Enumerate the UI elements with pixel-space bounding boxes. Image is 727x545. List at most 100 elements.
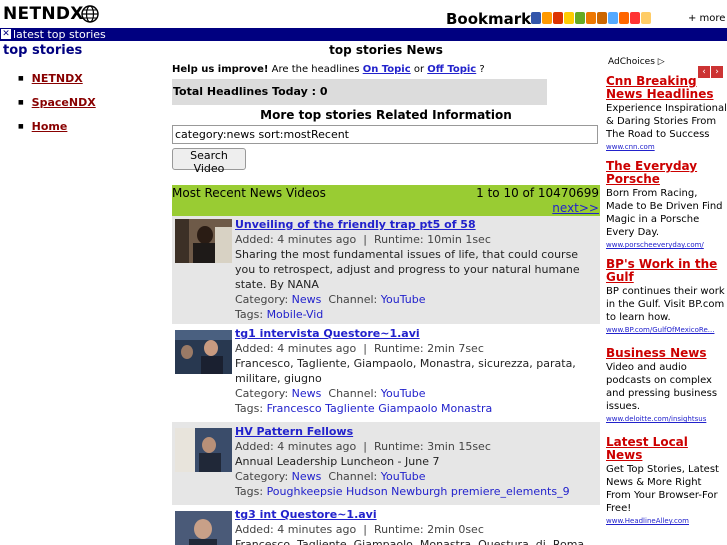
bookmark-service-icon[interactable] (641, 12, 651, 24)
tags-label: Tags: (235, 485, 264, 498)
sidebar: top stories NETNDX SpaceNDX Home (0, 41, 167, 545)
search-video-button[interactable]: Search Video (172, 148, 246, 175)
ad-headline[interactable]: Latest Local News (606, 436, 727, 462)
bookmark-service-icon[interactable] (553, 12, 563, 24)
video-thumbnail[interactable] (175, 330, 232, 374)
sidebar-link-netndx[interactable]: NETNDX (32, 72, 83, 85)
search-input[interactable] (172, 125, 598, 144)
video-meta: Added: 4 minutes ago | Runtime: 3min 15s… (235, 440, 491, 453)
help-mid: Are the headlines (268, 64, 363, 75)
ad-url[interactable]: www.cnn.com (606, 142, 727, 152)
on-topic-link[interactable]: On Topic (363, 64, 411, 75)
video-runtime: Runtime: 2min 0sec (373, 523, 484, 536)
ad-url[interactable]: www.deloitte.com/insightsus (606, 414, 727, 424)
globe-icon (81, 5, 99, 23)
main-content: top stories News Help us improve! Are th… (172, 41, 600, 545)
bookmark-service-icon[interactable] (586, 12, 596, 24)
bookmark-icons (531, 12, 651, 25)
video-tags-row: Tags: Francesco Tagliente Giampaolo Mona… (235, 401, 597, 416)
ad-headline[interactable]: Cnn Breaking News Headlines (606, 75, 727, 101)
ad-item[interactable]: BP's Work in the Gulf BP continues their… (606, 258, 727, 335)
video-title[interactable]: HV Pattern Fellows (235, 425, 597, 439)
ad-url[interactable]: www.porscheeveryday.com/ (606, 240, 727, 250)
sidebar-link-spacendx[interactable]: SpaceNDX (32, 96, 96, 109)
video-added: Added: 4 minutes ago (235, 523, 357, 536)
ad-body: BP continues their work in the Gulf. Vis… (606, 286, 725, 323)
category-link[interactable]: News (292, 387, 322, 400)
total-headlines: Total Headlines Today : 0 (172, 79, 547, 105)
video-description: Annual Leadership Luncheon - June 7 (235, 455, 440, 468)
video-title[interactable]: tg1 intervista Questore~1.avi (235, 327, 597, 341)
videos-range: 1 to 10 of 10470699 (476, 186, 599, 200)
sidebar-item-netndx: NETNDX (18, 72, 167, 85)
video-item: tg3 int Questore~1.avi Added: 4 minutes … (172, 505, 600, 545)
video-tags-row: Tags: Poughkeepsie Hudson Newburgh premi… (235, 484, 597, 499)
bookmark-service-icon[interactable] (619, 12, 629, 24)
ad-url[interactable]: www.HeadlineAlley.com (606, 516, 727, 526)
bookmark-service-icon[interactable] (597, 12, 607, 24)
more-bookmarks-link[interactable]: + more (688, 13, 725, 24)
category-label: Category: (235, 470, 289, 483)
ads-column: AdChoices ▷ ‹ › Cnn Breaking News Headlin… (604, 57, 727, 545)
header: NETNDX Bookmark: + more (0, 0, 727, 28)
ad-headline[interactable]: BP's Work in the Gulf (606, 258, 727, 284)
ad-item[interactable]: The Everyday Porsche Born From Racing, M… (606, 160, 727, 250)
video-tags-row: Tags: Mobile-Vid (235, 307, 597, 322)
category-link[interactable]: News (292, 293, 322, 306)
video-item: HV Pattern Fellows Added: 4 minutes ago … (172, 422, 600, 505)
ad-url[interactable]: www.BP.com/GulfOfMexicoRe... (606, 325, 727, 335)
bookmark-service-icon[interactable] (630, 12, 640, 24)
tags-link[interactable]: Poughkeepsie Hudson Newburgh premiere_el… (267, 485, 570, 498)
channel-label: Channel: (328, 470, 378, 483)
video-added: Added: 4 minutes ago (235, 233, 357, 246)
tags-link[interactable]: Mobile-Vid (267, 308, 324, 321)
close-icon[interactable]: ✕ (1, 29, 11, 39)
video-title[interactable]: Unveiling of the friendly trap pt5 of 58 (235, 218, 597, 232)
bookmark-service-icon[interactable] (575, 12, 585, 24)
ad-body: Experience Inspirational & Daring Storie… (606, 103, 727, 140)
sidebar-item-home: Home (18, 120, 167, 133)
next-page-link[interactable]: next>> (552, 201, 599, 215)
ad-prev-icon[interactable]: ‹ (698, 66, 710, 78)
bookmark-service-icon[interactable] (564, 12, 574, 24)
video-category-row: Category: News Channel: YouTube (235, 292, 597, 307)
video-thumbnail[interactable] (175, 219, 232, 263)
help-prefix: Help us improve! (172, 64, 269, 75)
nav-bar: ✕ latest top stories (0, 28, 727, 41)
ad-item[interactable]: Latest Local News Get Top Stories, Lates… (606, 436, 727, 526)
sidebar-item-spacendx: SpaceNDX (18, 96, 167, 109)
ad-item[interactable]: Cnn Breaking News Headlines Experience I… (606, 75, 727, 152)
ad-item[interactable]: Business News Video and audio podcasts o… (606, 347, 727, 424)
ad-next-icon[interactable]: › (711, 66, 723, 78)
sidebar-title: top stories (3, 43, 83, 58)
bookmark-service-icon[interactable] (531, 12, 541, 24)
ad-body: Get Top Stories, Latest News & More Righ… (606, 464, 719, 514)
video-item: tg1 intervista Questore~1.avi Added: 4 m… (172, 324, 600, 422)
video-thumbnail[interactable] (175, 428, 232, 472)
channel-label: Channel: (328, 293, 378, 306)
video-title[interactable]: tg3 int Questore~1.avi (235, 508, 597, 522)
site-logo[interactable]: NETNDX (3, 4, 84, 24)
video-thumbnail[interactable] (175, 511, 232, 545)
video-category-row: Category: News Channel: YouTube (235, 386, 597, 401)
tags-link[interactable]: Francesco Tagliente Giampaolo Monastra (267, 402, 493, 415)
help-or: or (410, 64, 428, 75)
adchoices-icon: ▷ (657, 57, 665, 67)
category-link[interactable]: News (292, 470, 322, 483)
ad-headline[interactable]: Business News (606, 347, 727, 360)
video-description: Francesco, Tagliente, Giampaolo, Monastr… (235, 538, 585, 545)
video-description: Francesco, Tagliente, Giampaolo, Monastr… (235, 357, 576, 385)
video-added: Added: 4 minutes ago (235, 440, 357, 453)
bookmark-service-icon[interactable] (542, 12, 552, 24)
video-added: Added: 4 minutes ago (235, 342, 357, 355)
sidebar-link-home[interactable]: Home (32, 120, 68, 133)
ad-headline[interactable]: The Everyday Porsche (606, 160, 727, 186)
channel-link[interactable]: YouTube (381, 387, 426, 400)
category-label: Category: (235, 293, 289, 306)
channel-link[interactable]: YouTube (381, 293, 426, 306)
off-topic-link[interactable]: Off Topic (427, 64, 476, 75)
channel-link[interactable]: YouTube (381, 470, 426, 483)
nav-bar-label: latest top stories (13, 28, 106, 41)
bookmark-label: Bookmark: (446, 10, 538, 28)
bookmark-service-icon[interactable] (608, 12, 618, 24)
